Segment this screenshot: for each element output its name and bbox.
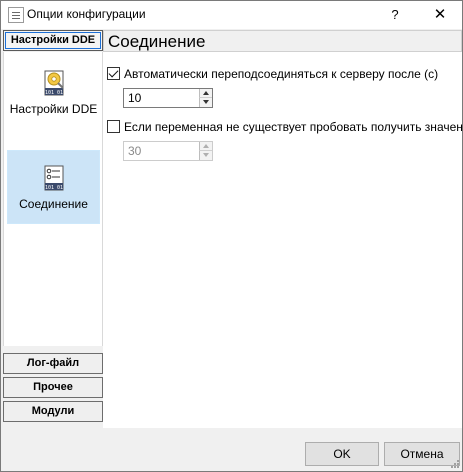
sidebar: Настройки DDE 101 01 Настройки DDE 101 0 <box>3 30 103 428</box>
poll-missing-checkbox[interactable] <box>107 120 120 133</box>
sidebar-item-dde-settings[interactable]: 101 01 Настройки DDE <box>5 62 102 136</box>
close-button[interactable]: ✕ <box>419 1 461 29</box>
connection-icon: 101 01 <box>44 165 63 191</box>
sidebar-item-dde-settings-label: Настройки DDE <box>9 102 98 116</box>
reconnect-interval-stepper[interactable]: 10 <box>123 88 213 108</box>
dialog-footer: OK Отмена <box>1 429 462 471</box>
reconnect-checkbox[interactable] <box>107 67 120 80</box>
group-button-log-file[interactable]: Лог-файл <box>3 353 103 374</box>
config-options-dialog: Опции конфигурации ? ✕ Настройки DDE 101… <box>0 0 463 472</box>
nav-panel: 101 01 Настройки DDE 101 01 Соединение <box>3 52 103 346</box>
svg-text:101 01: 101 01 <box>44 185 62 191</box>
poll-interval-down-button[interactable] <box>199 151 212 160</box>
reconnect-interval-down-button[interactable] <box>199 98 212 107</box>
group-button-other[interactable]: Прочее <box>3 377 103 398</box>
reconnect-interval-up-button[interactable] <box>199 89 212 98</box>
title-bar: Опции конфигурации ? ✕ <box>1 1 462 29</box>
content-panel: Соединение Автоматически переподсоединят… <box>103 30 463 428</box>
poll-interval-stepper[interactable]: 30 <box>123 141 213 161</box>
sidebar-item-connection[interactable]: 101 01 Соединение <box>7 150 100 224</box>
reconnect-label[interactable]: Автоматически переподсоединяться к серве… <box>124 67 438 81</box>
reconnect-interval-value[interactable]: 10 <box>128 91 141 105</box>
group-button-modules[interactable]: Модули <box>3 401 103 422</box>
settings-dde-icon: 101 01 <box>44 70 64 96</box>
ok-button[interactable]: OK <box>305 442 379 466</box>
help-button[interactable]: ? <box>381 1 409 29</box>
page-title: Соединение <box>103 30 462 52</box>
poll-missing-label[interactable]: Если переменная не существует пробовать … <box>124 120 463 134</box>
poll-interval-up-button[interactable] <box>199 142 212 151</box>
poll-interval-value: 30 <box>128 144 142 158</box>
app-icon <box>8 7 24 23</box>
sidebar-item-connection-label: Соединение <box>19 197 88 211</box>
cancel-button[interactable]: Отмена <box>384 442 460 466</box>
window-title: Опции конфигурации <box>27 7 146 21</box>
group-header-dde-settings[interactable]: Настройки DDE <box>3 30 103 51</box>
resize-grip-icon[interactable] <box>450 459 460 469</box>
svg-text:101 01: 101 01 <box>44 90 62 96</box>
